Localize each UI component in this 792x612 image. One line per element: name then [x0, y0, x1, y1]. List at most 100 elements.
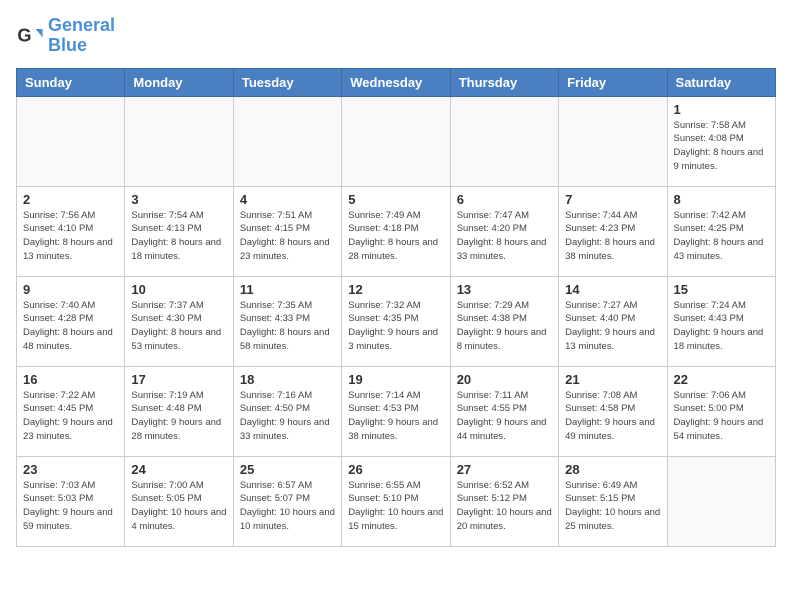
- calendar-cell: 20Sunrise: 7:11 AM Sunset: 4:55 PM Dayli…: [450, 366, 558, 456]
- day-number: 13: [457, 282, 552, 297]
- calendar-cell: 19 Sunrise: 7:14 AM Sunset: 4:53 PM Dayli…: [342, 366, 450, 456]
- calendar-cell: 1Sunrise: 7:58 AM Sunset: 4:08 PM Daylig…: [667, 96, 775, 186]
- calendar-cell: 8 Sunrise: 7:42 AM Sunset: 4:25 PM Daylig…: [667, 186, 775, 276]
- logo-text: General Blue: [48, 16, 115, 56]
- header: G General Blue: [16, 16, 776, 56]
- calendar-cell: 18 Sunrise: 7:16 AM Sunset: 4:50 PM Dayli…: [233, 366, 341, 456]
- day-number: 18: [240, 372, 335, 387]
- day-number: 16: [23, 372, 118, 387]
- logo: G General Blue: [16, 16, 115, 56]
- calendar-cell: 2 Sunrise: 7:56 AM Sunset: 4:10 PM Daylig…: [17, 186, 125, 276]
- calendar-cell: 23 Sunrise: 7:03 AM Sunset: 5:03 PM Dayli…: [17, 456, 125, 546]
- day-info: Sunrise: 7:16 AM Sunset: 4:50 PM Dayligh…: [240, 389, 335, 444]
- calendar-cell: 5 Sunrise: 7:49 AM Sunset: 4:18 PM Daylig…: [342, 186, 450, 276]
- day-number: 19: [348, 372, 443, 387]
- weekday-header-thursday: Thursday: [450, 68, 558, 96]
- calendar-week-1: 2 Sunrise: 7:56 AM Sunset: 4:10 PM Daylig…: [17, 186, 776, 276]
- calendar-cell: 10 Sunrise: 7:37 AM Sunset: 4:30 PM Dayli…: [125, 276, 233, 366]
- day-number: 10: [131, 282, 226, 297]
- calendar-cell: 16 Sunrise: 7:22 AM Sunset: 4:45 PM Dayli…: [17, 366, 125, 456]
- calendar-week-2: 9 Sunrise: 7:40 AM Sunset: 4:28 PM Daylig…: [17, 276, 776, 366]
- calendar-cell: 24 Sunrise: 7:00 AM Sunset: 5:05 PM Dayli…: [125, 456, 233, 546]
- day-info: Sunrise: 7:44 AM Sunset: 4:23 PM Dayligh…: [565, 209, 660, 264]
- calendar-cell: 17 Sunrise: 7:19 AM Sunset: 4:48 PM Dayli…: [125, 366, 233, 456]
- svg-text:G: G: [17, 25, 31, 45]
- day-number: 26: [348, 462, 443, 477]
- day-info: Sunrise: 7:37 AM Sunset: 4:30 PM Dayligh…: [131, 299, 226, 354]
- day-info: Sunrise: 7:40 AM Sunset: 4:28 PM Dayligh…: [23, 299, 118, 354]
- day-info: Sunrise: 7:24 AM Sunset: 4:43 PM Dayligh…: [674, 299, 769, 354]
- calendar-cell: 4 Sunrise: 7:51 AM Sunset: 4:15 PM Daylig…: [233, 186, 341, 276]
- calendar-cell: 11 Sunrise: 7:35 AM Sunset: 4:33 PM Dayli…: [233, 276, 341, 366]
- day-info: Sunrise: 7:32 AM Sunset: 4:35 PM Dayligh…: [348, 299, 443, 354]
- calendar-week-3: 16 Sunrise: 7:22 AM Sunset: 4:45 PM Dayli…: [17, 366, 776, 456]
- day-number: 23: [23, 462, 118, 477]
- day-number: 8: [674, 192, 769, 207]
- day-number: 17: [131, 372, 226, 387]
- calendar-week-4: 23 Sunrise: 7:03 AM Sunset: 5:03 PM Dayli…: [17, 456, 776, 546]
- day-info: Sunrise: 7:49 AM Sunset: 4:18 PM Dayligh…: [348, 209, 443, 264]
- calendar-cell: 13 Sunrise: 7:29 AM Sunset: 4:38 PM Dayli…: [450, 276, 558, 366]
- day-info: Sunrise: 6:52 AM Sunset: 5:12 PM Dayligh…: [457, 479, 552, 534]
- day-number: 3: [131, 192, 226, 207]
- day-info: Sunrise: 7:51 AM Sunset: 4:15 PM Dayligh…: [240, 209, 335, 264]
- day-info: Sunrise: 7:42 AM Sunset: 4:25 PM Dayligh…: [674, 209, 769, 264]
- calendar-cell: 28 Sunrise: 6:49 AM Sunset: 5:15 PM Dayli…: [559, 456, 667, 546]
- calendar-cell: 27 Sunrise: 6:52 AM Sunset: 5:12 PM Dayli…: [450, 456, 558, 546]
- day-number: 21: [565, 372, 660, 387]
- calendar-cell: 7 Sunrise: 7:44 AM Sunset: 4:23 PM Daylig…: [559, 186, 667, 276]
- day-info: Sunrise: 7:19 AM Sunset: 4:48 PM Dayligh…: [131, 389, 226, 444]
- day-info: Sunrise: 7:54 AM Sunset: 4:13 PM Dayligh…: [131, 209, 226, 264]
- day-number: 25: [240, 462, 335, 477]
- day-info: Sunrise: 7:35 AM Sunset: 4:33 PM Dayligh…: [240, 299, 335, 354]
- day-info: Sunrise: 6:57 AM Sunset: 5:07 PM Dayligh…: [240, 479, 335, 534]
- calendar-cell: 15Sunrise: 7:24 AM Sunset: 4:43 PM Dayli…: [667, 276, 775, 366]
- calendar-header: SundayMondayTuesdayWednesdayThursdayFrid…: [17, 68, 776, 96]
- day-number: 4: [240, 192, 335, 207]
- weekday-header-wednesday: Wednesday: [342, 68, 450, 96]
- day-number: 12: [348, 282, 443, 297]
- day-number: 24: [131, 462, 226, 477]
- weekday-header-saturday: Saturday: [667, 68, 775, 96]
- calendar-cell: 6 Sunrise: 7:47 AM Sunset: 4:20 PM Daylig…: [450, 186, 558, 276]
- day-number: 22: [674, 372, 769, 387]
- day-info: Sunrise: 7:29 AM Sunset: 4:38 PM Dayligh…: [457, 299, 552, 354]
- day-number: 7: [565, 192, 660, 207]
- calendar-cell: 14Sunrise: 7:27 AM Sunset: 4:40 PM Dayli…: [559, 276, 667, 366]
- weekday-header-sunday: Sunday: [17, 68, 125, 96]
- day-number: 5: [348, 192, 443, 207]
- calendar-cell: 21Sunrise: 7:08 AM Sunset: 4:58 PM Dayli…: [559, 366, 667, 456]
- day-info: Sunrise: 7:03 AM Sunset: 5:03 PM Dayligh…: [23, 479, 118, 534]
- day-number: 1: [674, 102, 769, 117]
- day-number: 2: [23, 192, 118, 207]
- weekday-header-monday: Monday: [125, 68, 233, 96]
- day-number: 9: [23, 282, 118, 297]
- day-info: Sunrise: 7:56 AM Sunset: 4:10 PM Dayligh…: [23, 209, 118, 264]
- calendar-cell: 22Sunrise: 7:06 AM Sunset: 5:00 PM Dayli…: [667, 366, 775, 456]
- day-info: Sunrise: 7:22 AM Sunset: 4:45 PM Dayligh…: [23, 389, 118, 444]
- day-number: 11: [240, 282, 335, 297]
- calendar-week-0: 1Sunrise: 7:58 AM Sunset: 4:08 PM Daylig…: [17, 96, 776, 186]
- calendar-cell: [342, 96, 450, 186]
- logo-icon: G: [16, 22, 44, 50]
- calendar-cell: 3 Sunrise: 7:54 AM Sunset: 4:13 PM Daylig…: [125, 186, 233, 276]
- calendar-cell: 12 Sunrise: 7:32 AM Sunset: 4:35 PM Dayli…: [342, 276, 450, 366]
- calendar-cell: [233, 96, 341, 186]
- calendar-table: SundayMondayTuesdayWednesdayThursdayFrid…: [16, 68, 776, 547]
- calendar-cell: 25 Sunrise: 6:57 AM Sunset: 5:07 PM Dayli…: [233, 456, 341, 546]
- day-info: Sunrise: 6:55 AM Sunset: 5:10 PM Dayligh…: [348, 479, 443, 534]
- day-info: Sunrise: 7:47 AM Sunset: 4:20 PM Dayligh…: [457, 209, 552, 264]
- day-number: 6: [457, 192, 552, 207]
- day-info: Sunrise: 6:49 AM Sunset: 5:15 PM Dayligh…: [565, 479, 660, 534]
- calendar-cell: 26 Sunrise: 6:55 AM Sunset: 5:10 PM Dayli…: [342, 456, 450, 546]
- day-number: 14: [565, 282, 660, 297]
- day-number: 27: [457, 462, 552, 477]
- day-info: Sunrise: 7:14 AM Sunset: 4:53 PM Dayligh…: [348, 389, 443, 444]
- day-number: 20: [457, 372, 552, 387]
- calendar-cell: [17, 96, 125, 186]
- weekday-header-friday: Friday: [559, 68, 667, 96]
- day-info: Sunrise: 7:00 AM Sunset: 5:05 PM Dayligh…: [131, 479, 226, 534]
- calendar-cell: [667, 456, 775, 546]
- day-number: 28: [565, 462, 660, 477]
- calendar-cell: [125, 96, 233, 186]
